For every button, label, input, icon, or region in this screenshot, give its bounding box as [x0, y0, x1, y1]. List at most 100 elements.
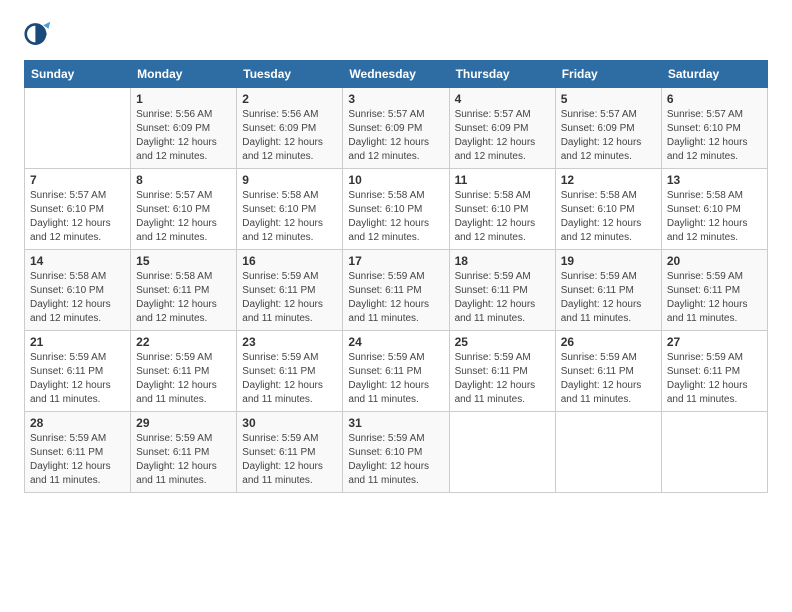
day-number: 6 — [667, 92, 762, 106]
day-number: 11 — [455, 173, 550, 187]
day-number: 20 — [667, 254, 762, 268]
calendar-cell: 19 Sunrise: 5:59 AMSunset: 6:11 PMDayligh… — [555, 250, 661, 331]
day-number: 7 — [30, 173, 125, 187]
calendar-cell: 16 Sunrise: 5:59 AMSunset: 6:11 PMDayligh… — [237, 250, 343, 331]
day-info: Sunrise: 5:59 AMSunset: 6:11 PMDaylight:… — [455, 351, 550, 407]
day-info: Sunrise: 5:59 AMSunset: 6:11 PMDaylight:… — [348, 351, 443, 407]
day-number: 28 — [30, 416, 125, 430]
day-number: 26 — [561, 335, 656, 349]
day-number: 3 — [348, 92, 443, 106]
calendar-cell: 22 Sunrise: 5:59 AMSunset: 6:11 PMDayligh… — [131, 331, 237, 412]
col-header-monday: Monday — [131, 61, 237, 88]
calendar-cell: 10Sunrise: 5:58 AMSunset: 6:10 PMDayligh… — [343, 169, 449, 250]
day-info: Sunrise: 5:56 AMSunset: 6:09 PMDaylight:… — [136, 108, 231, 164]
day-info: Sunrise: 5:59 AMSunset: 6:11 PMDaylight:… — [561, 351, 656, 407]
day-number: 17 — [348, 254, 443, 268]
day-info: Sunrise: 5:57 AMSunset: 6:09 PMDaylight:… — [455, 108, 550, 164]
day-number: 15 — [136, 254, 231, 268]
calendar-cell: 26 Sunrise: 5:59 AMSunset: 6:11 PMDayligh… — [555, 331, 661, 412]
col-header-sunday: Sunday — [25, 61, 131, 88]
logo — [24, 20, 56, 48]
day-info: Sunrise: 5:59 AMSunset: 6:11 PMDaylight:… — [561, 270, 656, 326]
calendar-cell: 31 Sunrise: 5:59 AMSunset: 6:10 PMDayligh… — [343, 412, 449, 493]
col-header-friday: Friday — [555, 61, 661, 88]
day-number: 18 — [455, 254, 550, 268]
day-info: Sunrise: 5:59 AMSunset: 6:11 PMDaylight:… — [30, 351, 125, 407]
calendar-cell: 6 Sunrise: 5:57 AMSunset: 6:10 PMDaylight… — [661, 88, 767, 169]
day-number: 1 — [136, 92, 231, 106]
day-number: 29 — [136, 416, 231, 430]
calendar-cell: 3 Sunrise: 5:57 AMSunset: 6:09 PMDaylight… — [343, 88, 449, 169]
calendar-cell: 14 Sunrise: 5:58 AMSunset: 6:10 PMDayligh… — [25, 250, 131, 331]
day-info: Sunrise: 5:59 AMSunset: 6:11 PMDaylight:… — [30, 432, 125, 488]
day-number: 22 — [136, 335, 231, 349]
col-header-saturday: Saturday — [661, 61, 767, 88]
calendar-cell — [661, 412, 767, 493]
calendar-cell: 4 Sunrise: 5:57 AMSunset: 6:09 PMDaylight… — [449, 88, 555, 169]
day-number: 16 — [242, 254, 337, 268]
calendar-cell: 7Sunrise: 5:57 AMSunset: 6:10 PMDaylight… — [25, 169, 131, 250]
calendar-cell: 2 Sunrise: 5:56 AMSunset: 6:09 PMDaylight… — [237, 88, 343, 169]
day-info: Sunrise: 5:58 AMSunset: 6:11 PMDaylight:… — [136, 270, 231, 326]
day-number: 5 — [561, 92, 656, 106]
calendar-cell — [449, 412, 555, 493]
day-info: Sunrise: 5:59 AMSunset: 6:10 PMDaylight:… — [348, 432, 443, 488]
calendar-cell: 21 Sunrise: 5:59 AMSunset: 6:11 PMDayligh… — [25, 331, 131, 412]
calendar-cell: 29 Sunrise: 5:59 AMSunset: 6:11 PMDayligh… — [131, 412, 237, 493]
col-header-thursday: Thursday — [449, 61, 555, 88]
calendar-table: SundayMondayTuesdayWednesdayThursdayFrid… — [24, 60, 768, 493]
day-number: 24 — [348, 335, 443, 349]
day-info: Sunrise: 5:57 AMSunset: 6:10 PMDaylight:… — [667, 108, 762, 164]
calendar-cell: 5 Sunrise: 5:57 AMSunset: 6:09 PMDaylight… — [555, 88, 661, 169]
day-info: Sunrise: 5:59 AMSunset: 6:11 PMDaylight:… — [136, 432, 231, 488]
calendar-cell: 12 Sunrise: 5:58 AMSunset: 6:10 PMDayligh… — [555, 169, 661, 250]
day-info: Sunrise: 5:59 AMSunset: 6:11 PMDaylight:… — [455, 270, 550, 326]
day-info: Sunrise: 5:59 AMSunset: 6:11 PMDaylight:… — [348, 270, 443, 326]
calendar-cell: 30Sunrise: 5:59 AMSunset: 6:11 PMDayligh… — [237, 412, 343, 493]
day-number: 19 — [561, 254, 656, 268]
day-number: 9 — [242, 173, 337, 187]
day-info: Sunrise: 5:58 AMSunset: 6:10 PMDaylight:… — [242, 189, 337, 245]
day-info: Sunrise: 5:59 AMSunset: 6:11 PMDaylight:… — [136, 351, 231, 407]
col-header-wednesday: Wednesday — [343, 61, 449, 88]
day-info: Sunrise: 5:57 AMSunset: 6:09 PMDaylight:… — [561, 108, 656, 164]
day-info: Sunrise: 5:59 AMSunset: 6:11 PMDaylight:… — [242, 432, 337, 488]
calendar-cell: 15 Sunrise: 5:58 AMSunset: 6:11 PMDayligh… — [131, 250, 237, 331]
calendar-cell — [25, 88, 131, 169]
day-number: 13 — [667, 173, 762, 187]
calendar-cell: 11 Sunrise: 5:58 AMSunset: 6:10 PMDayligh… — [449, 169, 555, 250]
calendar-cell: 23Sunrise: 5:59 AMSunset: 6:11 PMDayligh… — [237, 331, 343, 412]
day-number: 23 — [242, 335, 337, 349]
calendar-cell: 25 Sunrise: 5:59 AMSunset: 6:11 PMDayligh… — [449, 331, 555, 412]
calendar-cell: 28 Sunrise: 5:59 AMSunset: 6:11 PMDayligh… — [25, 412, 131, 493]
day-info: Sunrise: 5:57 AMSunset: 6:10 PMDaylight:… — [136, 189, 231, 245]
day-info: Sunrise: 5:59 AMSunset: 6:11 PMDaylight:… — [667, 270, 762, 326]
day-info: Sunrise: 5:58 AMSunset: 6:10 PMDaylight:… — [30, 270, 125, 326]
day-number: 27 — [667, 335, 762, 349]
calendar-cell: 24 Sunrise: 5:59 AMSunset: 6:11 PMDayligh… — [343, 331, 449, 412]
day-info: Sunrise: 5:58 AMSunset: 6:10 PMDaylight:… — [561, 189, 656, 245]
calendar-cell — [555, 412, 661, 493]
calendar-cell: 18 Sunrise: 5:59 AMSunset: 6:11 PMDayligh… — [449, 250, 555, 331]
calendar-cell: 1 Sunrise: 5:56 AMSunset: 6:09 PMDaylight… — [131, 88, 237, 169]
day-info: Sunrise: 5:58 AMSunset: 6:10 PMDaylight:… — [455, 189, 550, 245]
day-number: 2 — [242, 92, 337, 106]
day-info: Sunrise: 5:57 AMSunset: 6:09 PMDaylight:… — [348, 108, 443, 164]
day-number: 14 — [30, 254, 125, 268]
day-info: Sunrise: 5:58 AMSunset: 6:10 PMDaylight:… — [348, 189, 443, 245]
day-info: Sunrise: 5:59 AMSunset: 6:11 PMDaylight:… — [667, 351, 762, 407]
day-number: 31 — [348, 416, 443, 430]
day-number: 25 — [455, 335, 550, 349]
calendar-cell: 8 Sunrise: 5:57 AMSunset: 6:10 PMDaylight… — [131, 169, 237, 250]
day-number: 21 — [30, 335, 125, 349]
day-number: 8 — [136, 173, 231, 187]
day-info: Sunrise: 5:59 AMSunset: 6:11 PMDaylight:… — [242, 270, 337, 326]
calendar-cell: 9 Sunrise: 5:58 AMSunset: 6:10 PMDaylight… — [237, 169, 343, 250]
calendar-cell: 27 Sunrise: 5:59 AMSunset: 6:11 PMDayligh… — [661, 331, 767, 412]
day-info: Sunrise: 5:56 AMSunset: 6:09 PMDaylight:… — [242, 108, 337, 164]
calendar-cell: 20 Sunrise: 5:59 AMSunset: 6:11 PMDayligh… — [661, 250, 767, 331]
day-number: 4 — [455, 92, 550, 106]
calendar-cell: 13 Sunrise: 5:58 AMSunset: 6:10 PMDayligh… — [661, 169, 767, 250]
day-number: 12 — [561, 173, 656, 187]
day-info: Sunrise: 5:58 AMSunset: 6:10 PMDaylight:… — [667, 189, 762, 245]
